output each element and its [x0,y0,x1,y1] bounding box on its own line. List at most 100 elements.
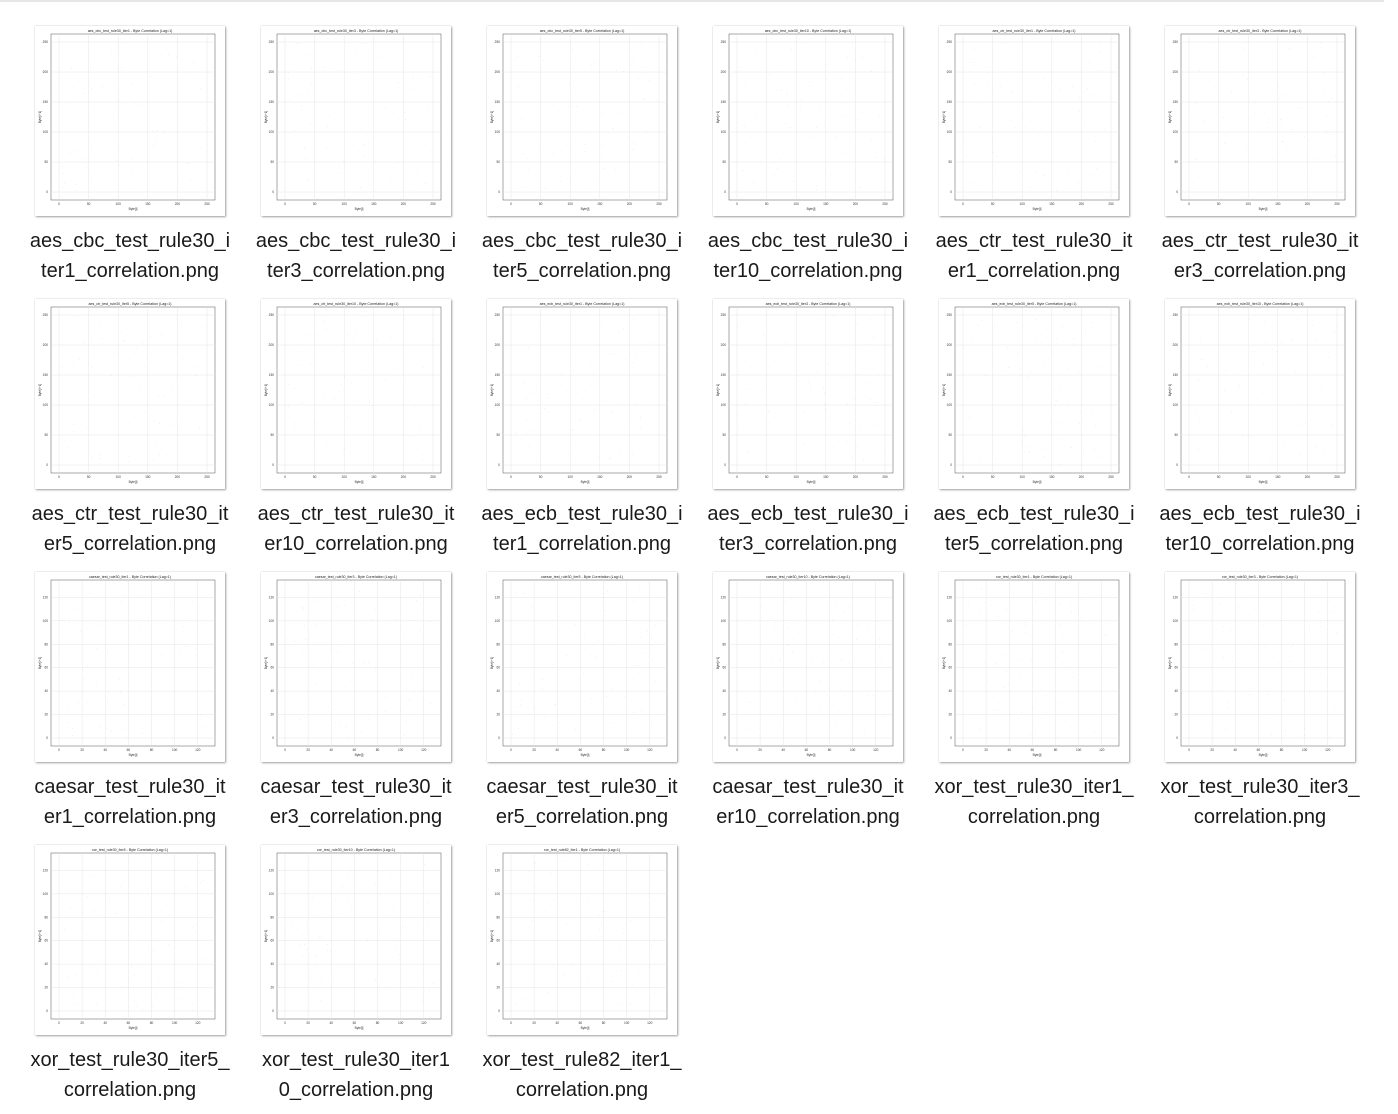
scatter-point [603,597,605,599]
scatter-point [1218,689,1219,691]
file-name-label[interactable]: aes_cbc_test_rule30_i ter10_correlation.p… [703,226,913,286]
file-name-label[interactable]: aes_cbc_test_rule30_i ter1_correlation.pn… [25,226,235,286]
file-thumbnail[interactable]: caesar_test_rule30_iter3 - Byte Correlat… [261,572,451,762]
file-item[interactable]: xor_test_rule30_iter5 - Byte Correlation… [25,841,235,1109]
vertical-scrollbar[interactable] [1384,0,1398,1114]
file-name-label[interactable]: aes_ctr_test_rule30_it er10_correlation.p… [251,499,461,559]
file-name-label[interactable]: aes_ecb_test_rule30_i ter3_correlation.pn… [703,499,913,559]
scatter-point [1018,717,1019,719]
scatter-point [884,727,886,729]
file-name-label[interactable]: aes_ctr_test_rule30_it er1_correlation.pn… [929,226,1139,286]
x-tick-label: 50 [1217,202,1221,206]
scatter-point [302,955,304,957]
file-item[interactable]: caesar_test_rule30_iter5 - Byte Correlat… [477,568,687,836]
file-thumbnail[interactable]: xor_test_rule30_iter3 - Byte Correlation… [1165,572,1355,762]
x-tick-label: 60 [127,748,131,752]
file-name-label[interactable]: aes_ecb_test_rule30_i ter10_correlation.p… [1155,499,1365,559]
file-name-label[interactable]: aes_cbc_test_rule30_i ter3_correlation.pn… [251,226,461,286]
file-thumbnail[interactable]: aes_ctr_test_rule30_iter10 - Byte Correl… [261,299,451,489]
file-item[interactable]: aes_ctr_test_rule30_iter1 - Byte Correla… [929,22,1139,290]
file-name-label[interactable]: aes_ecb_test_rule30_i ter1_correlation.pn… [477,499,687,559]
scatter-point [309,913,310,915]
file-thumbnail[interactable]: aes_cbc_test_rule30_iter3 - Byte Correla… [261,26,451,216]
file-thumbnail[interactable]: aes_cbc_test_rule30_iter1 - Byte Correla… [35,26,225,216]
file-thumbnail[interactable]: xor_test_rule30_iter5 - Byte Correlation… [35,845,225,1035]
scatter-point [1072,677,1073,678]
file-thumbnail[interactable]: aes_ctr_test_rule30_iter5 - Byte Correla… [35,299,225,489]
file-item[interactable]: caesar_test_rule30_iter3 - Byte Correlat… [251,568,461,836]
file-thumbnail[interactable]: aes_ctr_test_rule30_iter1 - Byte Correla… [939,26,1129,216]
file-item[interactable]: xor_test_rule30_iter10 - Byte Correlatio… [251,841,461,1109]
file-item[interactable]: caesar_test_rule30_iter10 - Byte Correla… [703,568,913,836]
file-thumbnail[interactable]: aes_ecb_test_rule30_iter5 - Byte Correla… [939,299,1129,489]
file-item[interactable]: caesar_test_rule30_iter1 - Byte Correlat… [25,568,235,836]
scatter-point [410,184,412,186]
scatter-point [375,339,377,340]
file-item[interactable]: aes_ctr_test_rule30_iter10 - Byte Correl… [251,295,461,563]
x-tick-label: 100 [398,1021,404,1025]
scatter-point [1278,661,1279,663]
file-name-label[interactable]: aes_cbc_test_rule30_i ter5_correlation.pn… [477,226,687,286]
file-thumbnail[interactable]: xor_test_rule30_iter1 - Byte Correlation… [939,572,1129,762]
scatter-point [971,337,973,339]
file-item[interactable]: aes_ecb_test_rule30_iter1 - Byte Correla… [477,295,687,563]
scatter-point [799,108,801,110]
file-thumbnail[interactable]: aes_ecb_test_rule30_iter3 - Byte Correla… [713,299,903,489]
file-thumbnail[interactable]: caesar_test_rule30_iter5 - Byte Correlat… [487,572,677,762]
file-name-label[interactable]: caesar_test_rule30_it er5_correlation.png [477,772,687,832]
file-thumbnail[interactable]: xor_test_rule30_iter10 - Byte Correlatio… [261,845,451,1035]
scatter-point [517,56,519,57]
scatter-point [640,710,642,711]
scatter-point [632,453,634,455]
file-item[interactable]: aes_cbc_test_rule30_iter3 - Byte Correla… [251,22,461,290]
file-name-label[interactable]: aes_ctr_test_rule30_it er3_correlation.pn… [1155,226,1365,286]
file-item[interactable]: aes_ctr_test_rule30_iter5 - Byte Correla… [25,295,235,563]
scatter-point [1214,41,1216,43]
scatter-point [1012,592,1014,594]
scatter-point [1318,611,1320,613]
scatter-point [319,936,321,938]
file-name-label[interactable]: caesar_test_rule30_it er10_correlation.pn… [703,772,913,832]
file-name-label[interactable]: aes_ctr_test_rule30_it er5_correlation.pn… [25,499,235,559]
scatter-point [1068,369,1069,370]
file-item[interactable]: aes_ctr_test_rule30_iter3 - Byte Correla… [1155,22,1365,290]
thumbnail-chart: xor_test_rule30_iter1 - Byte Correlation… [942,575,1120,757]
file-name-label[interactable]: xor_test_rule30_iter5_ correlation.png [25,1045,235,1105]
file-name-label[interactable]: caesar_test_rule30_it er3_correlation.png [251,772,461,832]
file-item[interactable]: aes_ecb_test_rule30_iter5 - Byte Correla… [929,295,1139,563]
scatter-point [1071,447,1072,448]
scatter-point [360,187,362,189]
file-thumbnail[interactable]: aes_cbc_test_rule30_iter10 - Byte Correl… [713,26,903,216]
file-item[interactable]: xor_test_rule82_iter1 - Byte Correlation… [477,841,687,1109]
file-name-label[interactable]: xor_test_rule30_iter1 0_correlation.png [251,1045,461,1105]
file-thumbnail[interactable]: aes_cbc_test_rule30_iter5 - Byte Correla… [487,26,677,216]
file-item[interactable]: aes_cbc_test_rule30_iter1 - Byte Correla… [25,22,235,290]
file-item[interactable]: aes_cbc_test_rule30_iter5 - Byte Correla… [477,22,687,290]
file-item[interactable]: xor_test_rule30_iter3 - Byte Correlation… [1155,568,1365,836]
scatter-point [1231,411,1232,412]
x-tick-label: 250 [882,475,888,479]
file-item[interactable]: xor_test_rule30_iter1 - Byte Correlation… [929,568,1139,836]
scatter-point [654,899,656,901]
file-name-label[interactable]: xor_test_rule30_iter1_ correlation.png [929,772,1139,832]
file-item[interactable]: aes_ecb_test_rule30_iter3 - Byte Correla… [703,295,913,563]
file-name-label[interactable]: xor_test_rule82_iter1_ correlation.png [477,1045,687,1105]
file-name-label[interactable]: caesar_test_rule30_it er1_correlation.png [25,772,235,832]
file-item[interactable]: aes_ecb_test_rule30_iter10 - Byte Correl… [1155,295,1365,563]
file-thumbnail[interactable]: caesar_test_rule30_iter10 - Byte Correla… [713,572,903,762]
file-thumbnail[interactable]: aes_ctr_test_rule30_iter3 - Byte Correla… [1165,26,1355,216]
scatter-point [829,725,830,727]
file-name-label[interactable]: xor_test_rule30_iter3_ correlation.png [1155,772,1365,832]
scatter-point [103,915,105,917]
file-item[interactable]: aes_cbc_test_rule30_iter10 - Byte Correl… [703,22,913,290]
scatter-point [591,64,593,66]
scatter-point [1244,48,1245,50]
file-thumbnail[interactable]: aes_ecb_test_rule30_iter1 - Byte Correla… [487,299,677,489]
file-name-label[interactable]: aes_ecb_test_rule30_i ter5_correlation.pn… [929,499,1139,559]
file-thumbnail[interactable]: caesar_test_rule30_iter1 - Byte Correlat… [35,572,225,762]
scatter-point [163,415,165,417]
thumbnail-chart: aes_cbc_test_rule30_iter1 - Byte Correla… [38,29,216,211]
file-thumbnail[interactable]: xor_test_rule82_iter1 - Byte Correlation… [487,845,677,1035]
scatter-point [399,375,401,377]
file-thumbnail[interactable]: aes_ecb_test_rule30_iter10 - Byte Correl… [1165,299,1355,489]
